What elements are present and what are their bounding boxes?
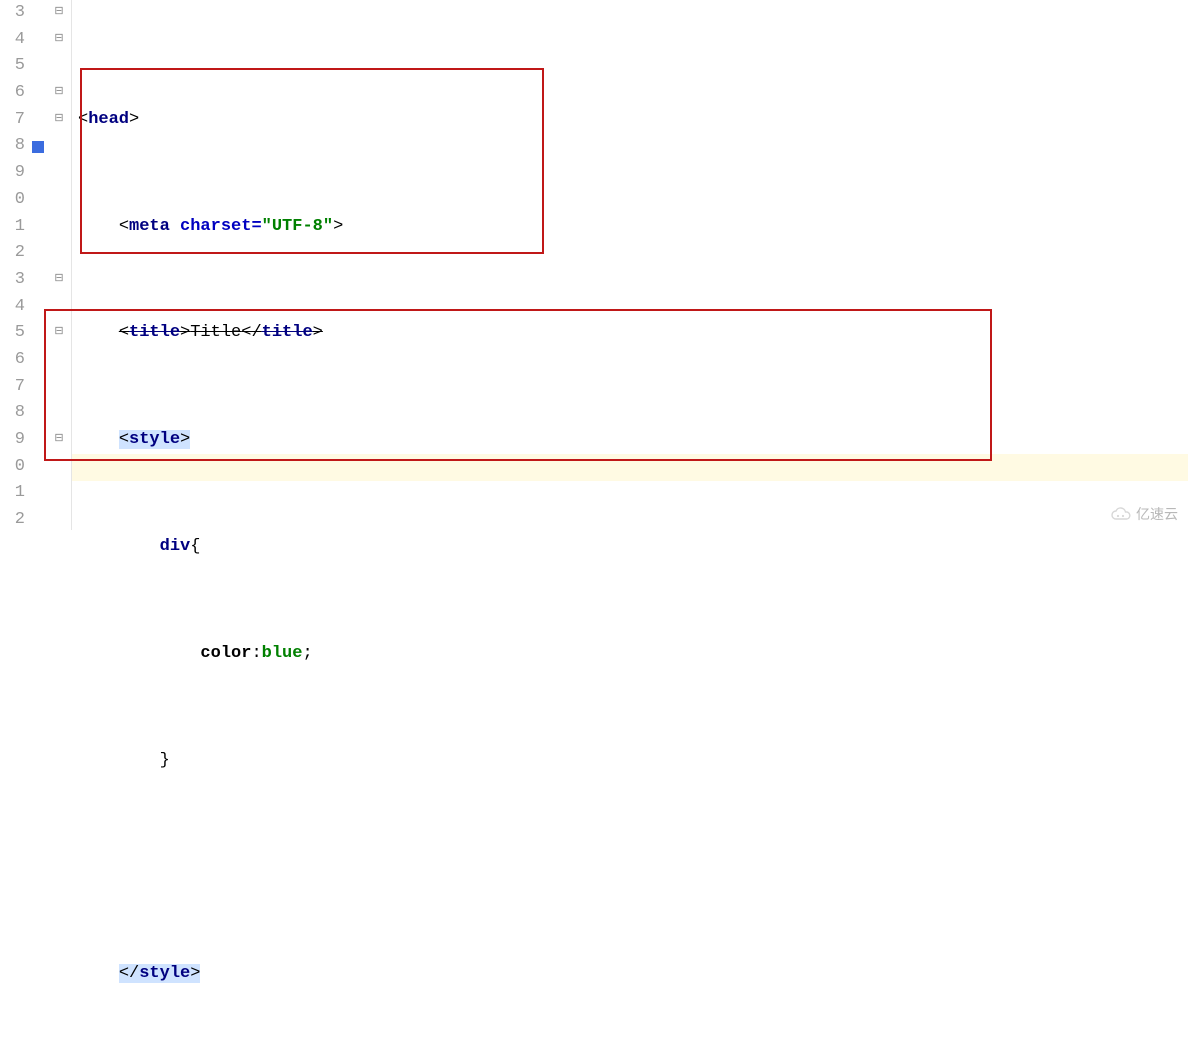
fold-toggle-icon[interactable]: ⊟ [53, 7, 65, 19]
line-number-gutter: 34567890123456789012 [0, 0, 27, 530]
code-line[interactable]: <style> [78, 427, 1188, 454]
line-number: 4 [0, 294, 25, 321]
code-line[interactable]: </style> [78, 961, 1188, 988]
line-number: 9 [0, 427, 25, 454]
watermark: 亿速云 [1110, 504, 1178, 524]
current-line-highlight [72, 454, 1188, 481]
fold-toggle-icon[interactable]: ⊟ [53, 274, 65, 286]
line-number: 4 [0, 27, 25, 54]
cloud-icon [1110, 507, 1132, 521]
code-area[interactable]: <head> <meta charset="UTF-8"> <title>Tit… [72, 0, 1188, 530]
line-number: 5 [0, 320, 25, 347]
code-line[interactable] [78, 854, 1188, 881]
code-line[interactable]: div{ [78, 534, 1188, 561]
line-number: 7 [0, 107, 25, 134]
line-number: 3 [0, 267, 25, 294]
fold-toggle-icon[interactable]: ⊟ [53, 434, 65, 446]
breakpoint-column[interactable] [27, 0, 49, 530]
code-line[interactable]: <title>Title</title> [78, 320, 1188, 347]
line-number: 7 [0, 374, 25, 401]
breakpoint-marker[interactable] [32, 141, 44, 153]
fold-toggle-icon[interactable]: ⊟ [53, 114, 65, 126]
code-line[interactable]: color:blue; [78, 641, 1188, 668]
line-number: 3 [0, 0, 25, 27]
line-number: 1 [0, 214, 25, 241]
code-line[interactable]: <meta charset="UTF-8"> [78, 214, 1188, 241]
code-line[interactable]: <head> [78, 107, 1188, 134]
line-number: 8 [0, 400, 25, 427]
fold-toggle-icon[interactable]: ⊟ [53, 327, 65, 339]
line-number: 1 [0, 480, 25, 507]
line-number: 6 [0, 347, 25, 374]
line-number: 6 [0, 80, 25, 107]
line-number: 9 [0, 160, 25, 187]
line-number: 0 [0, 187, 25, 214]
code-line[interactable]: } [78, 748, 1188, 775]
line-number: 0 [0, 454, 25, 481]
line-number: 8 [0, 133, 25, 160]
fold-toggle-icon[interactable]: ⊟ [53, 87, 65, 99]
line-number: 2 [0, 240, 25, 267]
code-editor[interactable]: 34567890123456789012 ⊟ ⊟ ⊟ ⊟ ⊟ ⊟ ⊟ <head> <met… [0, 0, 1188, 530]
line-number: 5 [0, 53, 25, 80]
fold-toggle-icon[interactable]: ⊟ [53, 34, 65, 46]
fold-column[interactable]: ⊟ ⊟ ⊟ ⊟ ⊟ ⊟ ⊟ [49, 0, 72, 530]
